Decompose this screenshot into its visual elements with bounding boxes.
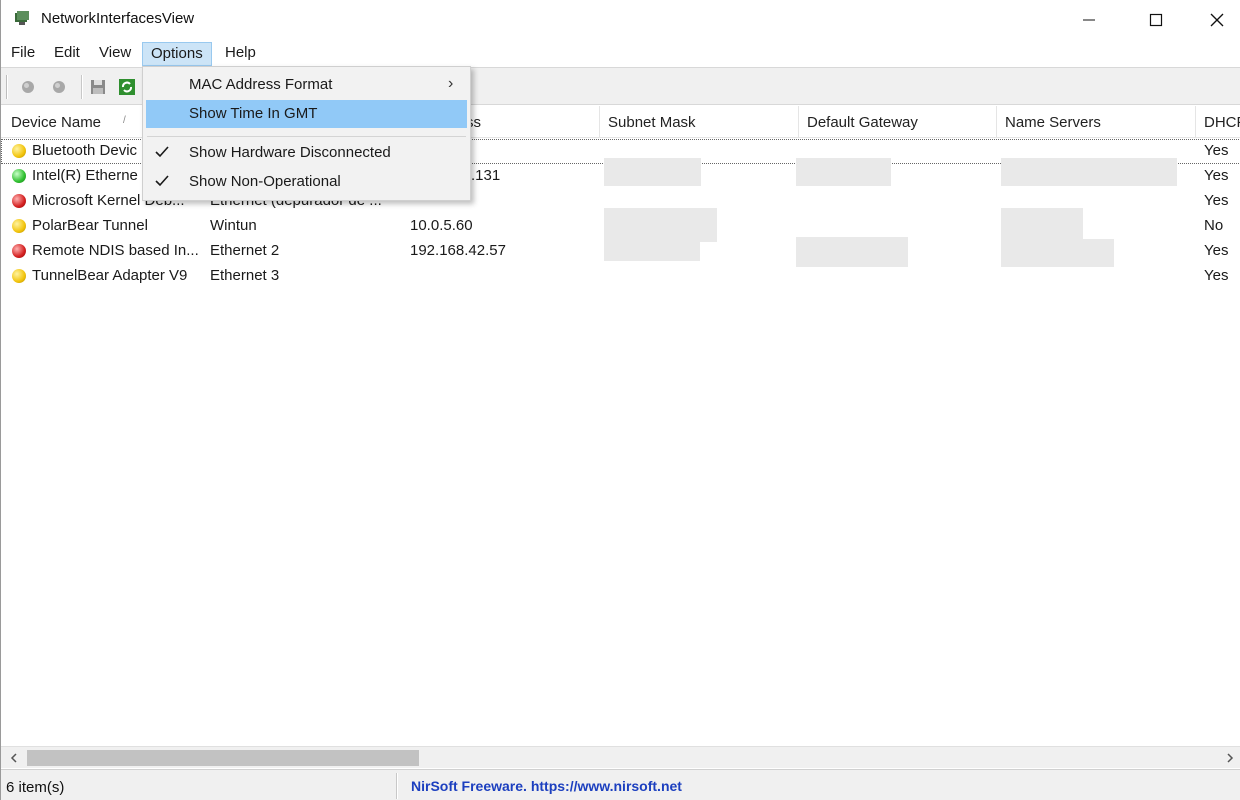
scroll-thumb[interactable] (27, 750, 419, 766)
status-red-icon (12, 244, 26, 258)
menu-view[interactable]: View (91, 42, 139, 66)
close-button[interactable] (1187, 0, 1240, 40)
chevron-right-icon (1227, 753, 1234, 763)
network-app-icon (15, 11, 29, 25)
redacted-dns (1001, 158, 1177, 186)
maximize-button[interactable] (1126, 0, 1186, 40)
maximize-icon (1149, 13, 1163, 27)
device-name: TunnelBear Adapter V9 (32, 267, 188, 284)
dhcp-value: Yes (1204, 267, 1229, 284)
status-bar: 6 item(s) NirSoft Freeware. https://www.… (1, 769, 1240, 800)
redacted-subnet (604, 158, 701, 186)
menu-separator (147, 136, 466, 137)
device-name: Intel(R) Etherne (32, 167, 138, 184)
toolbar-button-2[interactable] (47, 75, 71, 99)
close-icon (1210, 13, 1224, 27)
redacted-subnet (604, 208, 717, 242)
gray-circle-icon (22, 81, 34, 93)
menu-edit[interactable]: Edit (46, 42, 88, 66)
menu-item-mac-address-format[interactable]: MAC Address Format › (146, 71, 467, 99)
title-bar: NetworkInterfacesView (1, 0, 1240, 40)
ip-address: 192.168.42.57 (410, 242, 506, 259)
menu-bar: File Edit View Options Help (1, 40, 1240, 67)
save-button[interactable] (86, 75, 110, 99)
nirsoft-link[interactable]: NirSoft Freeware. https://www.nirsoft.ne… (411, 778, 682, 794)
table-row[interactable]: PolarBear Tunnel Wintun 10.0.5.60 No (1, 208, 1240, 242)
column-header-dhcp[interactable]: DHCP (1196, 106, 1240, 138)
column-header-name-servers[interactable]: Name Servers (997, 106, 1196, 138)
sort-indicator: / (123, 115, 126, 126)
connection-name: Ethernet 3 (210, 267, 280, 284)
status-divider (396, 773, 398, 799)
minimize-icon (1083, 19, 1095, 21)
status-red-icon (12, 194, 26, 208)
status-yellow-icon (12, 269, 26, 283)
ip-address: 10.0.5.60 (410, 217, 473, 234)
window-title: NetworkInterfacesView (41, 10, 195, 27)
status-yellow-icon (12, 144, 26, 158)
redacted-gateway (796, 158, 891, 186)
toolbar-separator (81, 75, 83, 99)
connection-name: Ethernet 2 (210, 242, 280, 259)
refresh-icon (119, 79, 135, 95)
checkmark-icon (155, 146, 169, 158)
dhcp-value: No (1204, 217, 1224, 234)
column-header-default-gateway[interactable]: Default Gateway (799, 106, 997, 138)
ip-address: .131 (471, 167, 501, 184)
dhcp-value: Yes (1204, 167, 1229, 184)
redacted-subnet (604, 239, 700, 261)
scroll-left-button[interactable] (3, 747, 25, 769)
menu-item-show-non-operational[interactable]: Show Non-Operational (146, 168, 467, 196)
table-row[interactable]: TunnelBear Adapter V9 Ethernet 3 Yes (1, 264, 1240, 289)
horizontal-scrollbar[interactable] (1, 746, 1240, 768)
connection-name: Wintun (210, 217, 257, 234)
minimize-button[interactable] (1059, 0, 1119, 40)
table-row[interactable]: Remote NDIS based In... Ethernet 2 192.1… (1, 237, 1240, 267)
item-count: 6 item(s) (6, 779, 65, 796)
toolbar-button-1[interactable] (16, 75, 40, 99)
dhcp-value: Yes (1204, 242, 1229, 259)
redacted-dns (1001, 239, 1114, 267)
options-dropdown-menu: MAC Address Format › Show Time In GMT Sh… (142, 66, 471, 201)
app-window: NetworkInterfacesView File Edit View Opt… (0, 0, 1240, 800)
save-icon (91, 80, 105, 94)
submenu-arrow-icon: › (448, 75, 454, 92)
chevron-left-icon (10, 753, 17, 763)
scroll-right-button[interactable] (1219, 747, 1240, 769)
menu-options[interactable]: Options (142, 42, 212, 66)
status-yellow-icon (12, 219, 26, 233)
dhcp-value: Yes (1204, 142, 1229, 159)
checkmark-icon (155, 175, 169, 187)
gray-circle-icon (53, 81, 65, 93)
dhcp-value: Yes (1204, 192, 1229, 209)
refresh-button[interactable] (115, 75, 139, 99)
device-name: Remote NDIS based In... (32, 242, 199, 259)
redacted-dns (1001, 208, 1083, 242)
toolbar-grip (6, 75, 8, 99)
column-header-subnet-mask[interactable]: Subnet Mask (600, 106, 799, 138)
device-name: PolarBear Tunnel (32, 217, 148, 234)
menu-help[interactable]: Help (217, 42, 264, 66)
device-name: Bluetooth Devic (32, 142, 138, 159)
menu-file[interactable]: File (3, 42, 43, 66)
redacted-gateway (796, 237, 908, 267)
menu-item-show-time-gmt[interactable]: Show Time In GMT (146, 100, 467, 128)
menu-item-show-hardware-disconnected[interactable]: Show Hardware Disconnected (146, 139, 467, 167)
interfaces-list[interactable]: Device Name / ss Subnet Mask Default Gat… (1, 106, 1240, 746)
status-green-icon (12, 169, 26, 183)
